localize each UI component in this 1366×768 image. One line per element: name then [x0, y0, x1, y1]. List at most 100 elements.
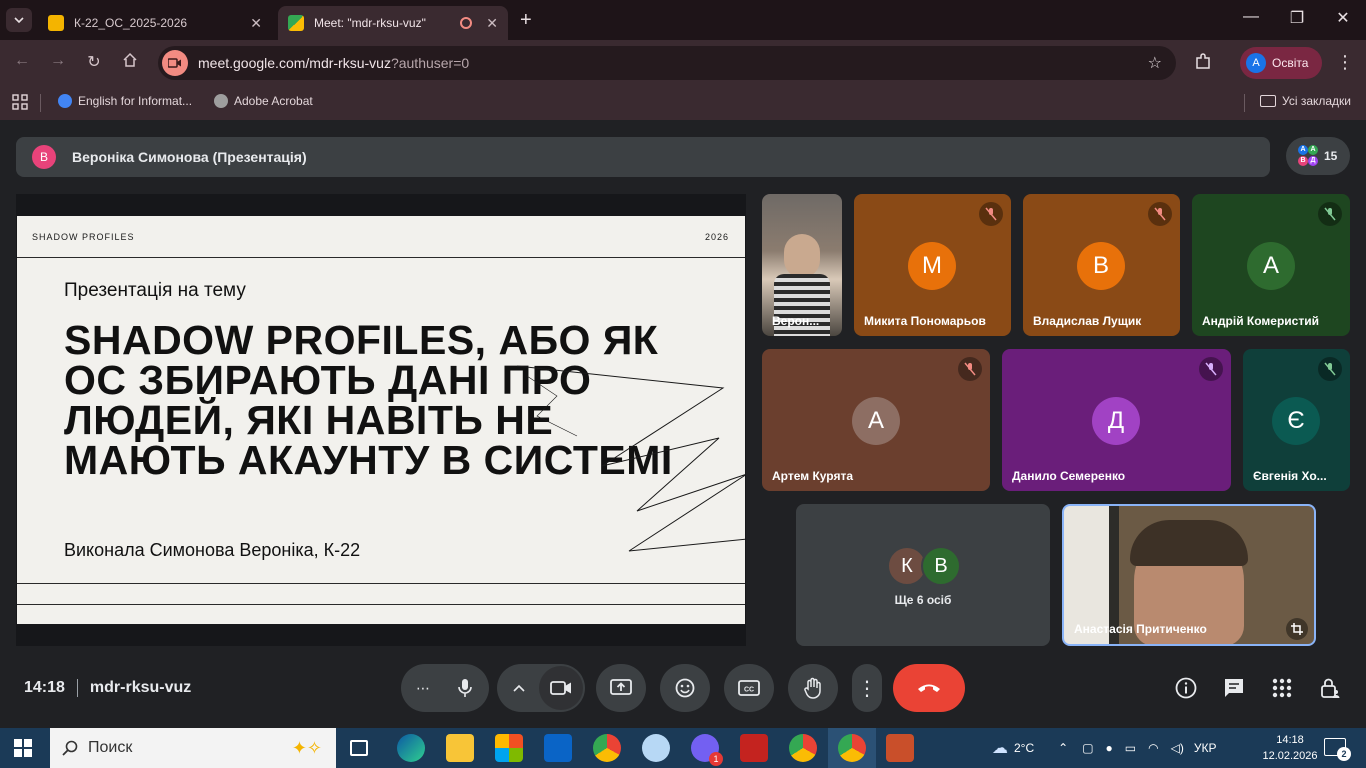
participant-tile[interactable]: В Владислав Лущик [1023, 194, 1180, 336]
apps-grid-icon [1272, 678, 1292, 698]
bookmark-adobe[interactable]: Adobe Acrobat [214, 94, 313, 108]
task-view-icon[interactable] [350, 740, 368, 756]
activities-button[interactable] [1270, 676, 1294, 700]
tab-classroom[interactable]: К-22_ОС_2025-2026 ✕ [38, 6, 272, 40]
notifications-button[interactable]: 2 [1324, 738, 1351, 761]
camera-icon[interactable] [162, 50, 188, 76]
captions-icon: CC [738, 680, 760, 696]
file-explorer-icon[interactable] [446, 734, 474, 762]
more-options-button[interactable]: ⋮ [852, 664, 882, 712]
chevron-up-icon[interactable] [499, 684, 539, 692]
meeting-details-button[interactable] [1174, 676, 1198, 700]
taskbar-clock[interactable]: 14:18 12.02.2026 [1262, 732, 1318, 764]
avatar: Д [1308, 156, 1318, 166]
forward-button[interactable]: → [46, 52, 70, 70]
volume-icon[interactable]: ◁) [1171, 741, 1184, 755]
participants-button[interactable]: А А В Д 15 [1286, 137, 1350, 175]
all-bookmarks[interactable]: Усі закладки [1260, 94, 1351, 108]
weather-icon[interactable]: ☁ [992, 738, 1008, 758]
chat-button[interactable] [1222, 676, 1246, 700]
viber-icon[interactable]: 1 [691, 734, 723, 766]
participant-name: Андрій Комеристий [1202, 314, 1319, 328]
acrobat-icon[interactable] [740, 734, 768, 762]
store-icon[interactable] [495, 734, 523, 762]
mic-icon[interactable]: ● [1106, 741, 1113, 755]
chrome-icon[interactable] [593, 734, 621, 762]
clock-time: 14:18 [1276, 734, 1304, 746]
mic-off-icon [979, 202, 1003, 226]
language-indicator[interactable]: УКР [1194, 741, 1217, 755]
wifi-icon[interactable]: ◠ [1148, 741, 1158, 755]
active-app-highlight[interactable] [828, 728, 876, 768]
edge-icon[interactable] [397, 734, 425, 762]
host-controls-button[interactable] [1318, 676, 1342, 700]
participant-tile[interactable]: А Андрій Комеристий [1192, 194, 1350, 336]
slide-author: Виконала Симонова Вероніка, К-22 [64, 540, 361, 560]
tab-meet[interactable]: Meet: "mdr-rksu-vuz" ✕ [278, 6, 508, 40]
extensions-icon[interactable] [1193, 52, 1213, 72]
presenter-label: Вероніка Симонова (Презентація) [72, 149, 307, 165]
avatar: A [1246, 53, 1266, 73]
participant-tile[interactable]: Є Євгенія Хо... [1243, 349, 1350, 491]
bookmark-english[interactable]: English for Informat... [58, 94, 192, 108]
apps-grid-icon[interactable] [12, 94, 28, 110]
paint-icon[interactable] [642, 734, 670, 762]
participant-tile[interactable]: М Микита Пономарьов [854, 194, 1011, 336]
chrome-profile-icon[interactable] [789, 734, 817, 762]
self-view-tile[interactable]: Анастасія Притиченко [1062, 504, 1316, 646]
others-tile[interactable]: К В Ще 6 осіб [796, 504, 1050, 646]
profile-label: Освіта [1272, 56, 1309, 70]
avatar: В [1077, 242, 1125, 290]
slide-header-left: SHADOW PROFILES [32, 232, 135, 242]
address-bar[interactable]: meet.google.com/mdr-rksu-vuz?authuser=0 … [158, 46, 1176, 80]
browser-tab-strip: К-22_ОС_2025-2026 ✕ Meet: "mdr-rksu-vuz"… [0, 0, 1366, 40]
battery-icon[interactable]: ▭ [1125, 741, 1136, 755]
tab-label: Meet: "mdr-rksu-vuz" [314, 16, 426, 30]
reload-button[interactable]: ↻ [82, 52, 106, 72]
weather-temp[interactable]: 2°C [1014, 741, 1034, 755]
outlook-icon[interactable] [544, 734, 572, 762]
network-icon[interactable]: ▢ [1082, 741, 1093, 755]
close-icon[interactable]: ✕ [486, 15, 498, 32]
tab-search-button[interactable] [6, 8, 32, 32]
present-button[interactable] [596, 664, 646, 712]
raise-hand-button[interactable] [788, 664, 838, 712]
participant-tile[interactable]: Верон... [762, 194, 842, 336]
new-tab-button[interactable]: + [520, 9, 532, 32]
restore-button[interactable]: ❐ [1274, 8, 1320, 28]
camera-button[interactable] [539, 666, 583, 710]
minimize-button[interactable]: — [1228, 8, 1274, 26]
avatar: Д [1092, 397, 1140, 445]
presentation-slide: SHADOW PROFILES 2026 Презентація на тему… [17, 216, 745, 624]
back-button[interactable]: ← [10, 52, 34, 70]
chat-icon [1225, 679, 1243, 697]
avatar: А [852, 397, 900, 445]
reactions-button[interactable] [660, 664, 710, 712]
taskbar-search[interactable]: Поиск ✦✧ [50, 728, 336, 768]
presentation-stage[interactable]: SHADOW PROFILES 2026 Презентація на тему… [16, 194, 746, 646]
captions-button[interactable]: CC [724, 664, 774, 712]
participant-tile[interactable]: Д Данило Семеренко [1002, 349, 1231, 491]
camera-control-group [497, 664, 585, 712]
more-audio-options-button[interactable]: ⋯ [403, 680, 443, 697]
browser-menu-button[interactable]: ⋮ [1336, 52, 1354, 73]
leave-call-button[interactable] [893, 664, 965, 712]
home-button[interactable] [118, 52, 142, 73]
participant-tile[interactable]: А Артем Курята [762, 349, 990, 491]
chevron-up-icon[interactable]: ⌃ [1058, 741, 1068, 755]
start-button[interactable] [14, 739, 32, 762]
profile-button[interactable]: A Освіта [1240, 47, 1322, 79]
slide-header-right: 2026 [704, 232, 729, 242]
powerpoint-icon[interactable] [886, 734, 914, 762]
crop-icon[interactable] [1286, 618, 1308, 640]
participant-count: 15 [1324, 149, 1338, 163]
search-icon [62, 740, 78, 756]
star-icon[interactable]: ☆ [1148, 53, 1162, 73]
close-icon[interactable]: ✕ [250, 15, 262, 32]
microphone-button[interactable] [443, 666, 487, 710]
close-window-button[interactable]: ✕ [1320, 8, 1366, 28]
avatar: А [1298, 145, 1308, 155]
search-placeholder: Поиск [88, 739, 133, 756]
url-text[interactable]: meet.google.com/mdr-rksu-vuz?authuser=0 [198, 55, 469, 71]
mic-off-icon [1318, 357, 1342, 381]
